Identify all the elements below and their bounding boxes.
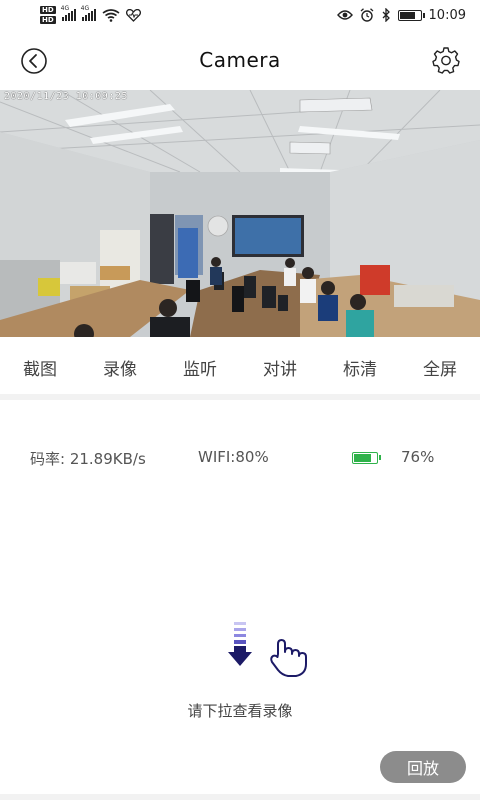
status-left: HD HD 4G 4G [40, 5, 141, 25]
arrow-head [228, 652, 252, 666]
video-timestamp: 2020/11/23 10:09:25 [4, 91, 128, 102]
signal-icon-2: 4G [81, 5, 96, 21]
arrow-fade-bar-3 [234, 634, 246, 637]
bitrate-text: 码率: 21.89KB/s [30, 450, 146, 468]
office-camera-view [0, 90, 480, 337]
quality-button[interactable]: 标清 [339, 349, 381, 386]
arrow-fade-bar-2 [234, 628, 246, 631]
listen-button[interactable]: 监听 [179, 349, 221, 386]
bluetooth-icon [382, 8, 390, 22]
fullscreen-button[interactable]: 全屏 [419, 349, 461, 386]
camera-screen: HD HD 4G 4G 10:09 Camera 2020/11/23 10:0… [0, 0, 480, 800]
pull-down-hand-icon [228, 622, 307, 677]
playback-button[interactable]: 回放 [380, 751, 466, 783]
snapshot-button[interactable]: 截图 [19, 349, 61, 386]
arrow-shaft [234, 646, 246, 652]
bottom-divider [0, 794, 480, 800]
heart-icon [125, 8, 141, 22]
back-circle-icon[interactable] [20, 47, 48, 75]
stream-stats: 码率: 21.89KB/s WIFI:80% 76% [0, 446, 480, 470]
gear-icon[interactable] [432, 46, 460, 74]
battery-icon [397, 9, 425, 21]
arrow-fade-bar-1 [234, 622, 246, 625]
page-title: Camera [199, 48, 281, 72]
camera-toolbar: 截图 录像 监听 对讲 标清 全屏 [0, 337, 480, 397]
camera-video-feed[interactable]: 2020/11/23 10:09:25 [0, 90, 480, 337]
record-button[interactable]: 录像 [99, 349, 141, 386]
battery-fill [399, 11, 416, 19]
device-battery-icon [352, 452, 381, 464]
wifi-icon [102, 8, 120, 22]
wifi-strength-text: WIFI:80% [198, 448, 269, 466]
network-label-2: 4G [80, 5, 90, 12]
status-bar: HD HD 4G 4G 10:09 [0, 0, 480, 30]
device-battery-text: 76% [401, 448, 435, 466]
hd-icon: HD HD [40, 5, 56, 25]
eye-icon [336, 10, 353, 20]
talk-button[interactable]: 对讲 [259, 349, 301, 386]
status-right: 10:09 [336, 7, 466, 23]
network-label: 4G [60, 5, 70, 12]
hand-outline [270, 639, 307, 677]
section-divider [0, 394, 480, 400]
signal-icon: 4G [61, 5, 76, 21]
alarm-icon [360, 8, 373, 22]
pull-down-hint: 请下拉查看录像 [187, 702, 293, 720]
arrow-fade-bar-4 [234, 640, 246, 644]
hd-label-bottom: HD [40, 16, 56, 24]
device-battery-fill [354, 454, 371, 462]
hd-label-top: HD [40, 6, 56, 14]
clock: 10:09 [428, 7, 466, 23]
app-header: Camera [0, 30, 480, 90]
